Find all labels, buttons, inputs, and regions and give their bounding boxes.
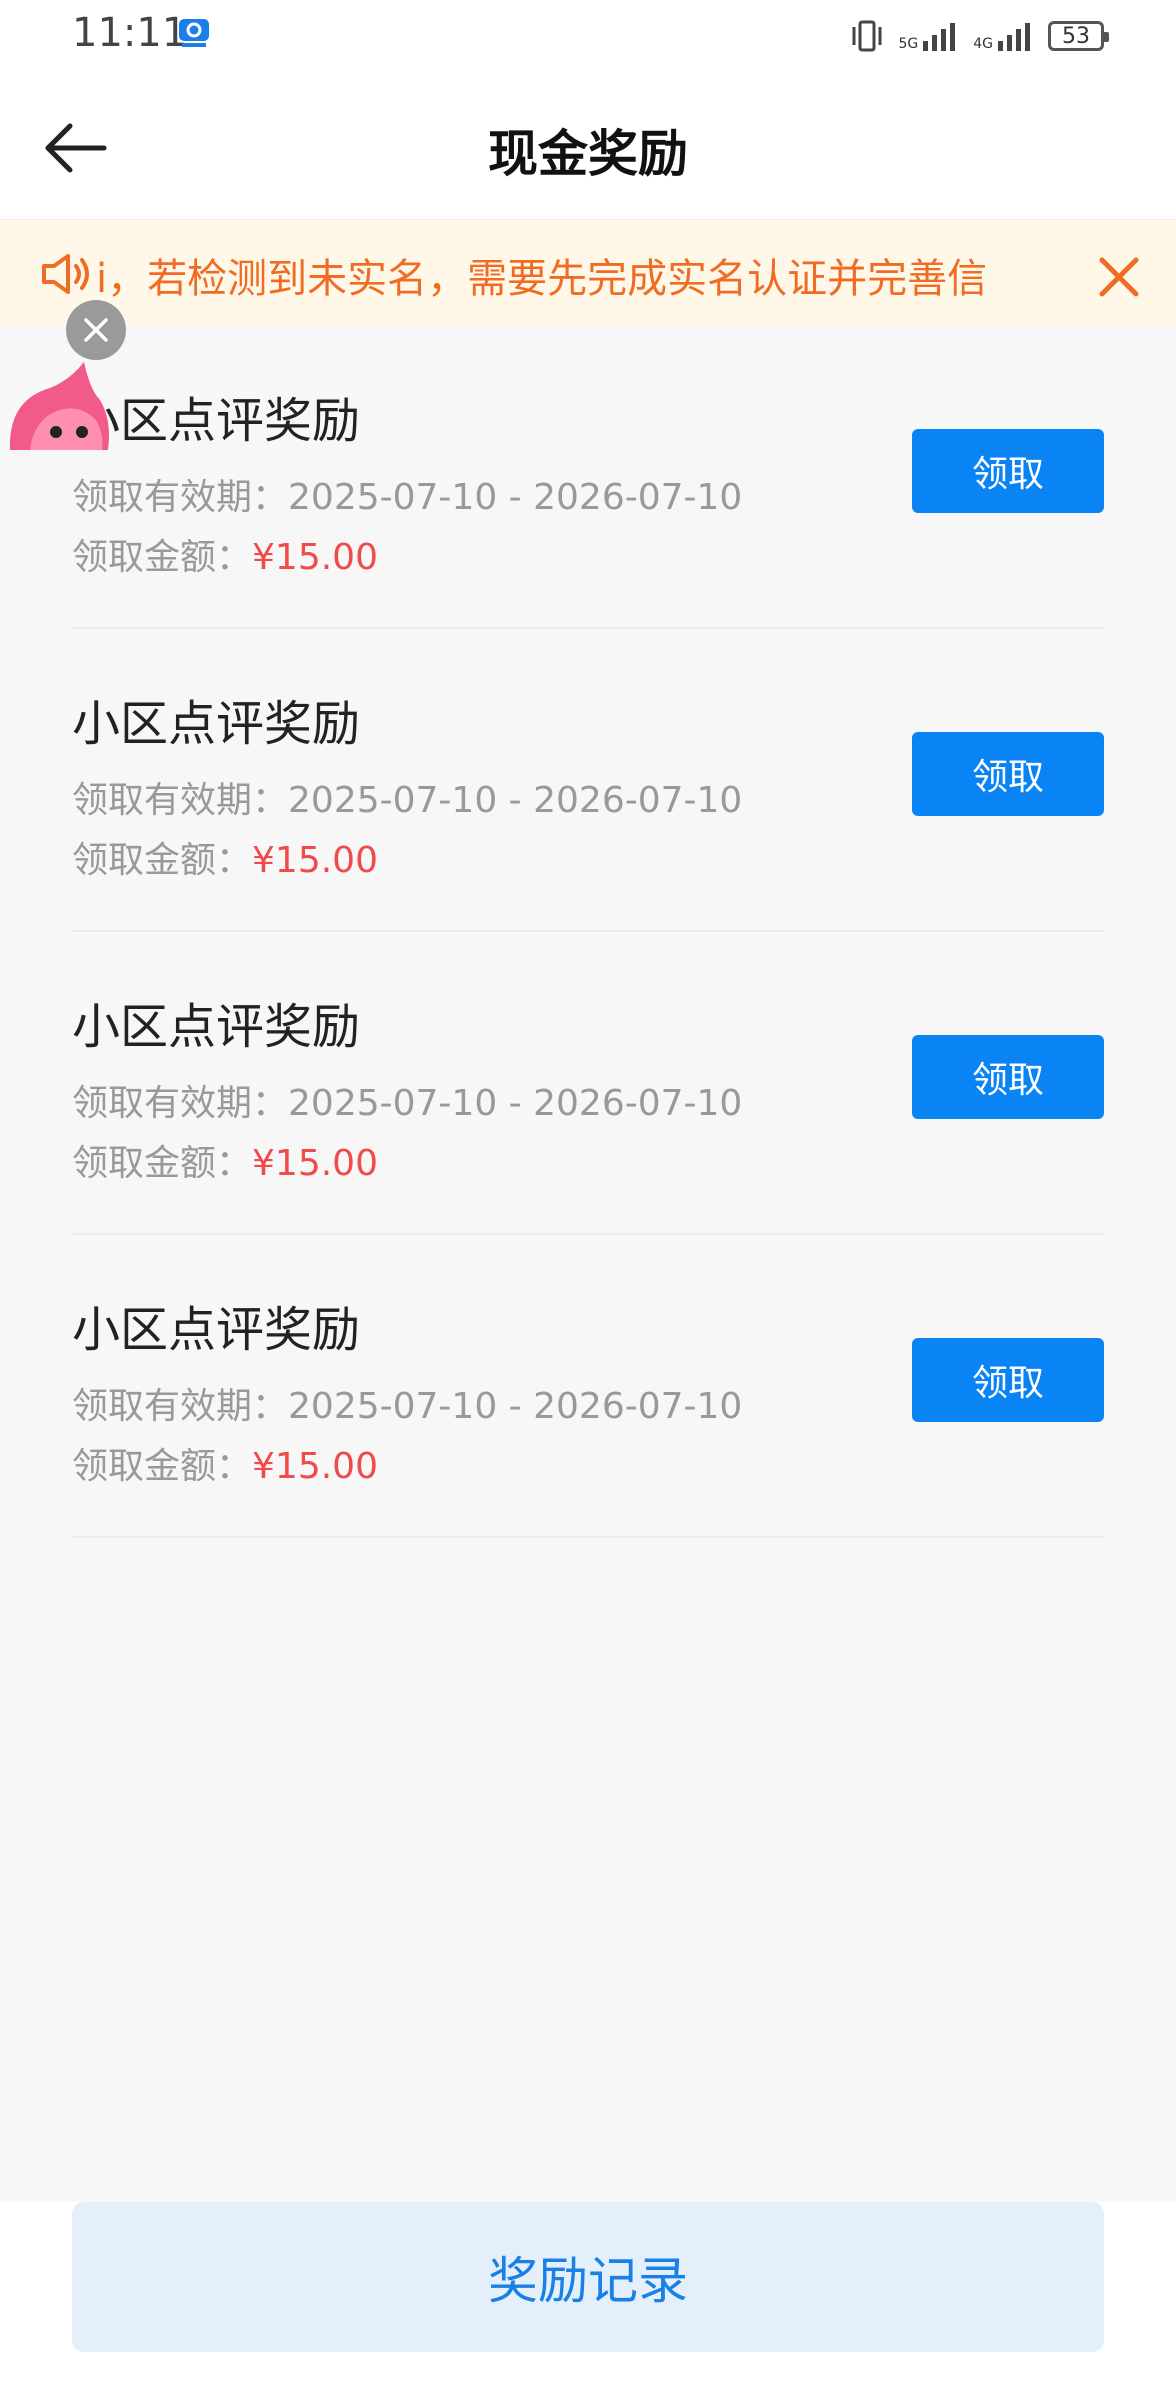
notice-text: i，若检测到未实名，需要先完成实名认证并完善信: [96, 256, 988, 302]
status-time: 11:11: [72, 10, 188, 56]
reward-title: 小区点评奖励: [72, 393, 361, 449]
reward-list: 小区点评奖励 领取有效期：2025-07-10 - 2026-07-10 领取金…: [72, 326, 1104, 1538]
signal-icon: [998, 23, 1030, 51]
reward-item: 小区点评奖励 领取有效期：2025-07-10 - 2026-07-10 领取金…: [72, 326, 1104, 629]
reward-item: 小区点评奖励 领取有效期：2025-07-10 - 2026-07-10 领取金…: [72, 629, 1104, 932]
period-value: 2025-07-10 - 2026-07-10: [288, 780, 743, 821]
reward-item: 小区点评奖励 领取有效期：2025-07-10 - 2026-07-10 领取金…: [72, 1235, 1104, 1538]
reward-period: 领取有效期：2025-07-10 - 2026-07-10: [72, 1074, 742, 1126]
signal-icon: [923, 23, 956, 51]
period-label: 领取有效期：: [72, 1386, 289, 1427]
vibrate-icon: [852, 20, 882, 52]
reward-title: 小区点评奖励: [72, 696, 361, 752]
notice-close-icon[interactable]: [1094, 252, 1144, 302]
amount-label: 领取金额：: [72, 1143, 253, 1184]
reward-records-button[interactable]: 奖励记录: [72, 2202, 1104, 2352]
close-icon: [84, 318, 108, 342]
amount-label: 领取金额：: [72, 1446, 253, 1487]
period-value: 2025-07-10 - 2026-07-10: [288, 477, 743, 518]
amount-value: ¥15.00: [252, 537, 378, 578]
period-value: 2025-07-10 - 2026-07-10: [288, 1083, 743, 1124]
status-bar: 11:11 5G 4G 53: [0, 0, 1176, 72]
page-title: 现金奖励: [488, 125, 688, 183]
period-label: 领取有效期：: [72, 1083, 289, 1124]
reward-amount: 领取金额：¥15.00: [72, 831, 378, 883]
reward-period: 领取有效期：2025-07-10 - 2026-07-10: [72, 771, 742, 823]
battery-level: 53: [1062, 23, 1090, 49]
reward-title: 小区点评奖励: [72, 1302, 361, 1358]
claim-button[interactable]: 领取: [912, 1035, 1104, 1119]
mascot-icon[interactable]: [0, 360, 110, 450]
reward-amount: 领取金额：¥15.00: [72, 1134, 378, 1186]
period-label: 领取有效期：: [72, 477, 289, 518]
claim-button[interactable]: 领取: [912, 732, 1104, 816]
signal-4g: 4G: [973, 21, 1036, 51]
amount-value: ¥15.00: [252, 1143, 378, 1184]
header: 现金奖励: [0, 72, 1176, 220]
status-icons: 5G 4G 53: [848, 16, 1109, 56]
network-5g-label: 5G: [898, 36, 919, 52]
amount-value: ¥15.00: [252, 1446, 378, 1487]
reward-period: 领取有效期：2025-07-10 - 2026-07-10: [72, 468, 742, 520]
reward-period: 领取有效期：2025-07-10 - 2026-07-10: [72, 1377, 742, 1429]
battery-icon: 53: [1048, 21, 1109, 51]
claim-button[interactable]: 领取: [912, 1338, 1104, 1422]
claim-button[interactable]: 领取: [912, 429, 1104, 513]
bottom-bar: 奖励记录: [0, 2202, 1176, 2400]
amount-label: 领取金额：: [72, 537, 253, 578]
network-4g-label: 4G: [973, 36, 993, 52]
amount-label: 领取金额：: [72, 840, 253, 881]
mascot-close-button[interactable]: [66, 300, 126, 360]
app-notification-icon: [179, 19, 209, 47]
signal-5g: 5G: [898, 21, 961, 51]
reward-amount: 领取金额：¥15.00: [72, 528, 378, 580]
reward-title: 小区点评奖励: [72, 999, 361, 1055]
notice-bar: i，若检测到未实名，需要先完成实名认证并完善信: [0, 220, 1176, 326]
reward-item: 小区点评奖励 领取有效期：2025-07-10 - 2026-07-10 领取金…: [72, 932, 1104, 1235]
amount-value: ¥15.00: [252, 840, 378, 881]
page: 11:11 5G 4G 53 现金奖励 i，若检测到未实名，需要先完成实名认证并…: [0, 0, 1176, 2400]
speaker-icon: [42, 254, 89, 294]
period-value: 2025-07-10 - 2026-07-10: [288, 1386, 743, 1427]
reward-amount: 领取金额：¥15.00: [72, 1437, 378, 1489]
period-label: 领取有效期：: [72, 780, 289, 821]
